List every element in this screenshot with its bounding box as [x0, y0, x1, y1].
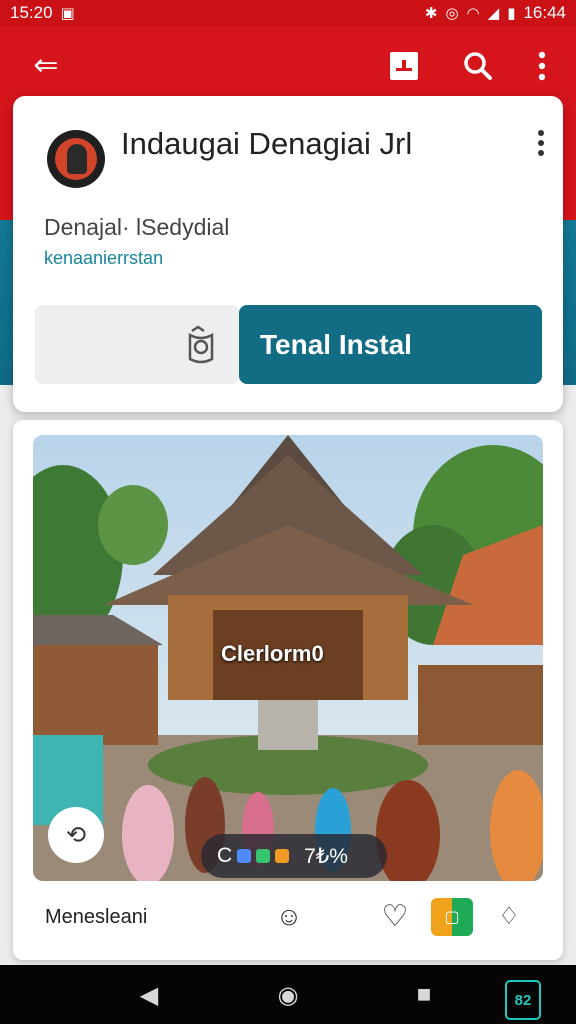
emoji-icon: ☺ — [275, 900, 303, 931]
c-icon: C — [217, 844, 233, 867]
nav-back-button[interactable]: ◀ — [133, 979, 165, 1011]
screenshot-card: Clerlorm0 ⟲ C 7₺% Menesleani ☺ ♡ ▢ ♢ — [13, 420, 563, 960]
share-icon: ▢ — [444, 909, 460, 926]
wishlist-button[interactable] — [35, 305, 240, 384]
status-time-left: 15:20 — [10, 3, 53, 22]
more-vert-icon — [538, 51, 546, 81]
image-overlay-label: Clerlorm0 — [221, 641, 324, 666]
alarm-icon: ◎ — [445, 4, 459, 22]
search-icon — [464, 52, 492, 80]
screenshot-image[interactable]: Clerlorm0 ⟲ C 7₺% — [33, 435, 543, 881]
counter-text: 7₺% — [304, 844, 348, 868]
share-button[interactable]: ▢ — [431, 898, 473, 936]
comment-icon: ♢ — [498, 902, 520, 930]
install-button[interactable]: Tenal Instal — [239, 305, 542, 384]
back-button[interactable]: ⇐ — [24, 44, 68, 88]
heart-icon: ♡ — [381, 899, 409, 933]
image-icon: ▣ — [60, 4, 75, 22]
green-dot-icon — [256, 849, 271, 863]
nav-extra-icon[interactable]: 82 — [505, 980, 541, 1020]
nav-recents-button[interactable]: ■ — [408, 979, 440, 1011]
recents-square-icon: ■ — [416, 981, 432, 1008]
nav-home-button[interactable]: ◉ — [272, 979, 304, 1011]
system-nav-bar: ◀ ◉ ■ — [0, 965, 576, 1024]
app-info-card: Indaugai Denagiai Jrl Denajal· lSedydial… — [13, 96, 563, 412]
like-button[interactable]: ♡ — [375, 896, 415, 936]
wifi-icon: ◠ — [466, 4, 480, 22]
rotate-button[interactable]: ⟲ — [48, 807, 104, 863]
triangle-back-icon: ◀ — [139, 981, 159, 1009]
media-counter-pill[interactable]: C 7₺% — [201, 834, 387, 878]
app-category[interactable]: kenaanierrstan — [44, 248, 163, 269]
orange-dot-icon — [275, 849, 290, 863]
status-time-right: 16:44 — [523, 3, 566, 22]
bookmark-icon — [390, 52, 418, 80]
arrow-back-icon: ⇐ — [33, 49, 59, 82]
footer-label: Menesleani — [45, 906, 148, 928]
comment-button[interactable]: ♢ — [489, 896, 529, 936]
rotate-icon: ⟲ — [65, 821, 87, 849]
gift-icon — [188, 324, 214, 363]
signal-icon: ◢ — [487, 4, 500, 22]
more-options-button[interactable] — [520, 44, 564, 88]
app-icon — [47, 130, 105, 188]
more-vert-icon — [538, 130, 544, 156]
search-button[interactable] — [456, 44, 500, 88]
developer-name[interactable]: Denajal· lSedydial — [44, 214, 229, 241]
home-circle-icon: ◉ — [277, 981, 299, 1009]
battery-icon: ▮ — [507, 4, 516, 22]
app-title: Indaugai Denagiai Jrl — [121, 126, 413, 161]
status-bar: 15:20 ▣ ✱ ◎ ◠ ◢ ▮ 16:44 — [0, 0, 576, 26]
card-menu-button[interactable] — [537, 130, 545, 163]
bookmark-button[interactable] — [382, 44, 426, 88]
bluetooth-icon: ✱ — [424, 4, 438, 22]
blue-dot-icon — [237, 849, 252, 863]
emoji-button[interactable]: ☺ — [269, 896, 309, 936]
